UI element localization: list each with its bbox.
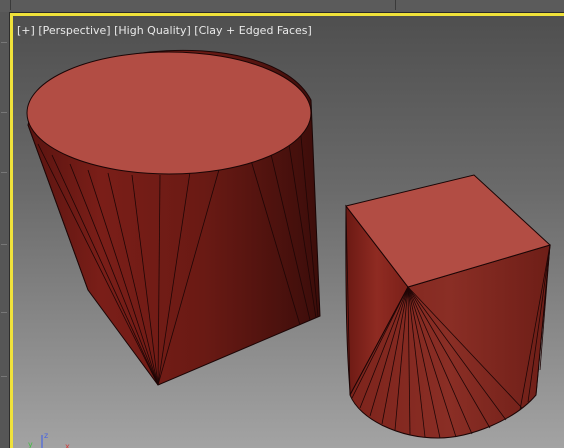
cylinder-top-cap	[26, 51, 312, 175]
z-axis-label: z	[44, 431, 48, 440]
toolbar-divider	[0, 0, 11, 10]
viewport-shading-menu[interactable]: [Clay + Edged Faces]	[194, 24, 312, 37]
top-toolbar-strip	[0, 0, 564, 13]
box-cylinder-object[interactable]	[345, 174, 551, 439]
panel-tick	[1, 172, 7, 173]
panel-tick	[1, 112, 7, 113]
viewport-plus-menu[interactable]: [+]	[17, 24, 35, 37]
toolbar-divider	[12, 0, 396, 10]
viewport-label-menu[interactable]: [+] [Perspective] [High Quality] [Clay +…	[17, 24, 312, 37]
cylinder-object[interactable]	[26, 49, 321, 386]
panel-tick	[1, 376, 7, 377]
axis-tripod-icon: z y x	[28, 431, 70, 448]
panel-tick	[1, 42, 7, 43]
perspective-viewport[interactable]: [+] [Perspective] [High Quality] [Clay +…	[10, 13, 564, 448]
scene-render[interactable]	[10, 13, 564, 448]
y-axis-label: y	[28, 440, 33, 448]
viewport-quality-menu[interactable]: [High Quality]	[114, 24, 191, 37]
viewport-view-menu[interactable]: [Perspective]	[38, 24, 110, 37]
panel-tick	[1, 312, 7, 313]
left-panel-strip[interactable]	[0, 12, 10, 448]
x-axis-label: x	[65, 442, 70, 448]
panel-tick	[1, 244, 7, 245]
